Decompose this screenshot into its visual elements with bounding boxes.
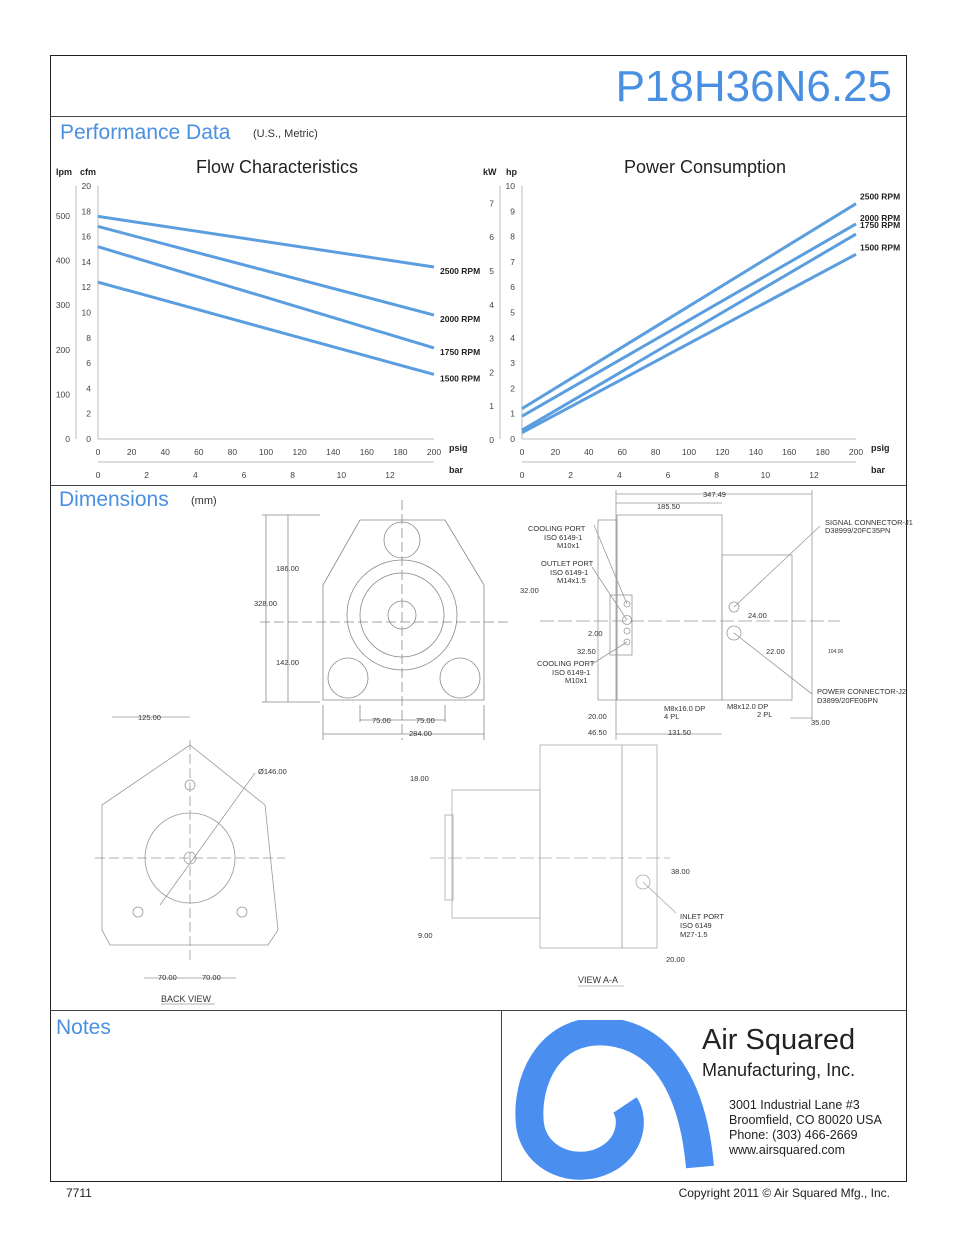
- dim-label: 131.50: [668, 728, 691, 737]
- dim-label: 32.50: [577, 647, 596, 656]
- logo-spiral: [515, 1020, 714, 1180]
- dim-label: D38999/20FC35PN: [825, 526, 890, 535]
- dim-label: 185.50: [657, 502, 680, 511]
- dim-label: 20.00: [666, 955, 685, 964]
- company-phone: Phone: (303) 466-2669: [729, 1128, 858, 1142]
- divider: [50, 1010, 906, 1011]
- company-address: 3001 Industrial Lane #3: [729, 1098, 860, 1112]
- copyright: Copyright 2011 © Air Squared Mfg., Inc.: [678, 1186, 890, 1200]
- dim-label: 328.00: [254, 599, 277, 608]
- dim-label: 125.00: [138, 713, 161, 722]
- dim-label: 2 PL: [757, 710, 772, 719]
- doc-number: 7711: [66, 1186, 92, 1200]
- dim-label: M10x1: [565, 676, 588, 685]
- company-name: Air Squared: [702, 1024, 856, 1056]
- dim-label: D3899/20FE06PN: [817, 696, 878, 705]
- dim-label: M27-1.5: [680, 930, 708, 939]
- dimension-labels: 347.49 185.50 186.00 328.00 142.00 75.00…: [138, 490, 913, 1004]
- view-title: VIEW A-A: [578, 975, 618, 985]
- dim-label: OUTLET PORT: [541, 559, 594, 568]
- company-website[interactable]: www.airsquared.com: [729, 1143, 845, 1157]
- view-aa: [430, 744, 677, 987]
- dim-label: 38.00: [671, 867, 690, 876]
- dim-label: 142.00: [276, 658, 299, 667]
- dim-label: COOLING PORT: [537, 659, 595, 668]
- dim-label: Ø146.00: [258, 767, 287, 776]
- dim-label: M10x1: [557, 541, 580, 550]
- dim-label: 75.00: [416, 716, 435, 725]
- dim-label: 18.00: [410, 774, 429, 783]
- dim-label: INLET PORT: [680, 912, 724, 921]
- company-subtitle: Manufacturing, Inc.: [702, 1060, 856, 1080]
- dim-label: 22.00: [766, 647, 785, 656]
- dim-label: 32.00: [520, 586, 539, 595]
- dim-label: 35.00: [811, 718, 830, 727]
- dim-label: 284.00: [409, 729, 432, 738]
- dim-label: 104.00: [828, 649, 844, 655]
- dim-label: 2.00: [588, 629, 603, 638]
- dim-label: POWER CONNECTOR-J2: [817, 687, 906, 696]
- dim-label: 9.00: [418, 931, 433, 940]
- dim-label: 24.00: [748, 611, 767, 620]
- dim-label: 347.49: [703, 490, 726, 499]
- notes-title: Notes: [56, 1016, 111, 1039]
- dim-label: COOLING PORT: [528, 524, 586, 533]
- front-view: [260, 500, 510, 740]
- dimension-drawings: 347.49 185.50 186.00 328.00 142.00 75.00…: [95, 490, 913, 1005]
- dim-label: M14x1.5: [557, 576, 586, 585]
- dim-label: 70.00: [202, 973, 221, 982]
- company-city: Broomfield, CO 80020 USA: [729, 1113, 882, 1127]
- air-squared-logo: [515, 1020, 714, 1180]
- dim-label: 186.00: [276, 564, 299, 573]
- back-view: [95, 716, 285, 1005]
- dim-label: 75.00: [372, 716, 391, 725]
- dim-label: ISO 6149: [680, 921, 712, 930]
- dim-label: 70.00: [158, 973, 177, 982]
- dim-label: 20.00: [588, 712, 607, 721]
- dim-label: 46.50: [588, 728, 607, 737]
- view-title: BACK VIEW: [161, 994, 212, 1004]
- dim-label: 4 PL: [664, 712, 679, 721]
- divider: [501, 1010, 502, 1181]
